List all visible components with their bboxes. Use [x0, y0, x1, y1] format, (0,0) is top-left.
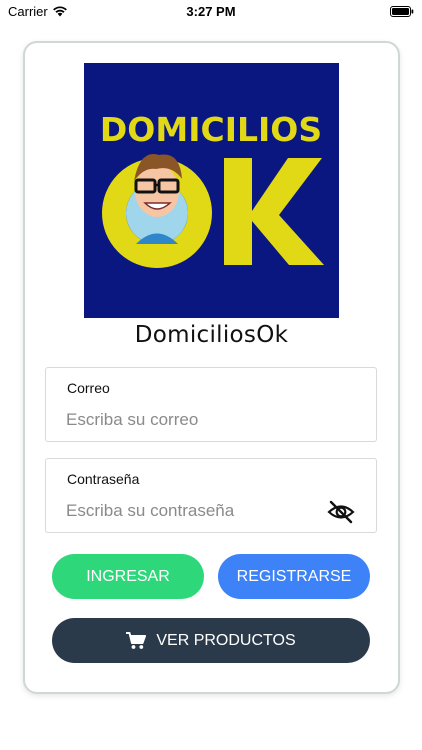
email-field-container: Correo	[45, 367, 377, 442]
view-products-label: VER PRODUCTOS	[156, 631, 296, 649]
password-label: Contraseña	[67, 471, 140, 487]
status-bar: Carrier 3:27 PM	[0, 0, 422, 24]
logo-line1: DOMICILIOS	[100, 110, 322, 149]
email-input[interactable]	[66, 408, 336, 432]
cart-icon	[126, 631, 147, 649]
password-input[interactable]	[66, 499, 336, 523]
brand-name: DomiciliosOk	[134, 322, 289, 348]
app-logo: DOMICILIOS	[84, 63, 339, 318]
logo-artwork: DOMICILIOS	[84, 63, 339, 318]
login-button[interactable]: INGRESAR	[52, 554, 204, 599]
clock: 3:27 PM	[186, 4, 236, 19]
eye-off-icon[interactable]	[327, 500, 355, 524]
email-label: Correo	[67, 380, 110, 396]
battery-icon	[390, 6, 414, 17]
register-button[interactable]: REGISTRARSE	[218, 554, 370, 599]
view-products-button[interactable]: VER PRODUCTOS	[52, 618, 370, 663]
password-field-container: Contraseña	[45, 458, 377, 533]
